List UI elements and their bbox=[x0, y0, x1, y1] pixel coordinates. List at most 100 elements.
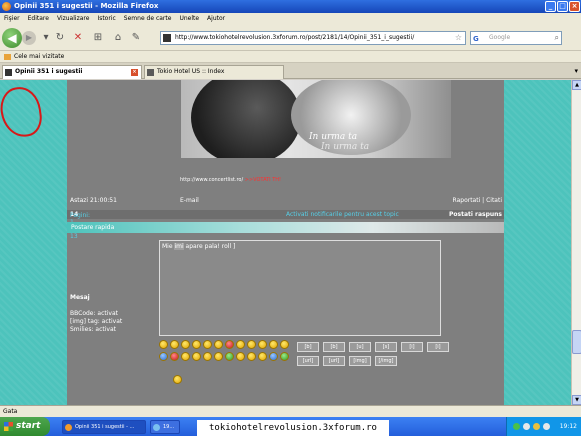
smiley-icon[interactable] bbox=[258, 340, 267, 349]
bbcode-bold-close-button[interactable]: [b] bbox=[323, 342, 345, 352]
smiley-icon[interactable] bbox=[170, 340, 179, 349]
tab-close-icon[interactable]: × bbox=[131, 69, 138, 76]
smiley-icon[interactable] bbox=[236, 352, 245, 361]
smiley-icon[interactable] bbox=[159, 340, 168, 349]
smiley-icon[interactable] bbox=[247, 340, 256, 349]
menu-file[interactable]: Fişier bbox=[4, 13, 20, 25]
menu-view[interactable]: Vizualizare bbox=[57, 13, 89, 25]
img-tag-status: [img] tag: activat bbox=[70, 318, 123, 325]
tab-list-icon[interactable]: ▾ bbox=[574, 67, 578, 75]
search-placeholder: Google bbox=[489, 34, 511, 41]
message-textarea[interactable]: Mie imi apare pala! roll ] bbox=[159, 240, 441, 336]
pagination-bar: Pagini: 1 ... 11 12 13 14 Activati notif… bbox=[67, 210, 504, 240]
smiley-icon[interactable] bbox=[269, 340, 278, 349]
smiley-icon[interactable] bbox=[247, 352, 256, 361]
taskbar-task-firefox[interactable]: Opinii 351 i sugestii - ... bbox=[62, 420, 146, 434]
notify-link[interactable]: Activati notificarile pentru acest topic bbox=[286, 211, 399, 218]
smiley-icon[interactable] bbox=[181, 340, 190, 349]
menu-tools[interactable]: Unelte bbox=[179, 13, 199, 25]
bbcode-underline-button[interactable]: [u] bbox=[349, 342, 371, 352]
close-button[interactable]: × bbox=[569, 1, 580, 12]
bbcode-bold-button[interactable]: [b] bbox=[297, 342, 319, 352]
bbcode-buttons: [b] [b] [u] [s] [i] [i] [url] [url] [img… bbox=[297, 342, 449, 370]
bbcode-italic-close-button[interactable]: [i] bbox=[427, 342, 449, 352]
smiley-icon[interactable] bbox=[203, 340, 212, 349]
back-button[interactable]: ◀ bbox=[2, 28, 22, 48]
firefox-icon bbox=[2, 2, 11, 11]
smiley-icon[interactable] bbox=[258, 352, 267, 361]
window-title-bar[interactable]: Opinii 351 i sugestii - Mozilla Firefox … bbox=[0, 0, 581, 13]
tab-opinii[interactable]: Opinii 351 i sugestii × bbox=[2, 65, 142, 79]
tray-icon[interactable] bbox=[543, 423, 550, 430]
pagination-links[interactable]: Pagini: 1 ... 11 12 13 14 bbox=[70, 211, 90, 240]
smiley-icon[interactable] bbox=[280, 340, 289, 349]
system-tray: 19:12 bbox=[506, 417, 581, 436]
banner-text-shadow: In urma ta bbox=[321, 142, 370, 152]
url-bar[interactable]: http://www.tokiohotelrevolusion.3xforum.… bbox=[160, 31, 466, 45]
smiley-icon[interactable] bbox=[192, 340, 201, 349]
scroll-up-icon[interactable]: ▲ bbox=[572, 80, 581, 90]
forward-button[interactable]: ▶ bbox=[22, 31, 36, 45]
concert-link[interactable]: http://www.concertlist.ro/ bbox=[180, 177, 243, 183]
smiley-icon[interactable] bbox=[203, 352, 212, 361]
search-input[interactable]: G Google ⌕ bbox=[470, 31, 562, 45]
tray-icon[interactable] bbox=[513, 423, 520, 430]
bbcode-url-close-button[interactable]: [url] bbox=[323, 356, 345, 366]
vote-link[interactable]: >>VOTATI TH! bbox=[245, 177, 281, 183]
tab-tokio-hotel-us[interactable]: Tokio Hotel US :: Index bbox=[144, 65, 284, 79]
menu-edit[interactable]: Editare bbox=[28, 13, 49, 25]
smiley-icon[interactable] bbox=[225, 352, 234, 361]
reload-icon[interactable]: ↻ bbox=[54, 32, 66, 44]
new-tab-icon[interactable]: ⊞ bbox=[92, 32, 104, 44]
minimize-button[interactable]: _ bbox=[545, 1, 556, 12]
search-icon[interactable]: ⌕ bbox=[555, 32, 559, 44]
addon-icon[interactable]: ✎ bbox=[130, 32, 142, 44]
smiley-icon[interactable] bbox=[214, 340, 223, 349]
bbcode-img-close-button[interactable]: [/img] bbox=[375, 356, 397, 366]
menu-bookmarks[interactable]: Semne de carte bbox=[124, 13, 172, 25]
menu-help[interactable]: Ajutor bbox=[207, 13, 225, 25]
banner-image: In urma ta In urma ta bbox=[181, 80, 451, 158]
smiley-icon[interactable] bbox=[236, 340, 245, 349]
maximize-button[interactable]: □ bbox=[557, 1, 568, 12]
tab-label: Tokio Hotel US :: Index bbox=[157, 68, 225, 75]
menu-history[interactable]: Istoric bbox=[97, 13, 115, 25]
smiley-icon[interactable] bbox=[280, 352, 289, 361]
firefox-icon bbox=[65, 424, 72, 431]
smiley-icon[interactable] bbox=[181, 352, 190, 361]
email-link[interactable]: E-mail bbox=[180, 197, 199, 204]
bookmark-star-icon[interactable]: ☆ bbox=[455, 32, 462, 44]
post-info-bar: Astazi 21:00:51 E-mail Raportati | Citat… bbox=[67, 196, 504, 206]
dropdown-arrow-icon[interactable]: ▾ bbox=[40, 32, 52, 44]
smiley-icon[interactable] bbox=[173, 375, 182, 384]
bbcode-img-button[interactable]: [img] bbox=[349, 356, 371, 366]
bookmarks-toolbar: Cele mai vizitate bbox=[0, 51, 581, 63]
page-content: In urma ta In urma ta http://www.concert… bbox=[0, 80, 571, 405]
tab-favicon bbox=[147, 69, 154, 76]
start-button[interactable]: start bbox=[0, 417, 50, 436]
smiley-icon[interactable] bbox=[269, 352, 278, 361]
scroll-down-icon[interactable]: ▼ bbox=[572, 395, 581, 405]
bbcode-url-button[interactable]: [url] bbox=[297, 356, 319, 366]
angry-smiley-icon[interactable] bbox=[225, 340, 234, 349]
smiley-icon[interactable] bbox=[159, 352, 168, 361]
message-label: Mesaj bbox=[70, 294, 90, 301]
scroll-thumb[interactable] bbox=[572, 330, 581, 354]
tab-favicon bbox=[5, 69, 12, 76]
stop-icon[interactable]: ✕ bbox=[72, 32, 84, 44]
reply-link[interactable]: Postati raspuns bbox=[449, 211, 502, 218]
tray-icon[interactable] bbox=[523, 423, 530, 430]
bbcode-italic-button[interactable]: [i] bbox=[401, 342, 423, 352]
home-icon[interactable]: ⌂ bbox=[112, 32, 124, 44]
smiley-icon[interactable] bbox=[170, 352, 179, 361]
report-quote-links[interactable]: Raportati | Citati bbox=[453, 197, 502, 204]
taskbar-task-other[interactable]: 19... bbox=[150, 420, 180, 434]
bbcode-strike-button[interactable]: [s] bbox=[375, 342, 397, 352]
vertical-scrollbar[interactable]: ▲ ▼ bbox=[571, 80, 581, 405]
search-engine-icon[interactable]: G bbox=[473, 33, 479, 45]
bookmark-most-visited[interactable]: Cele mai vizitate bbox=[14, 53, 64, 60]
smiley-icon[interactable] bbox=[192, 352, 201, 361]
tray-icon[interactable] bbox=[533, 423, 540, 430]
smiley-icon[interactable] bbox=[214, 352, 223, 361]
smilies-status: Smilies: activat bbox=[70, 326, 116, 333]
